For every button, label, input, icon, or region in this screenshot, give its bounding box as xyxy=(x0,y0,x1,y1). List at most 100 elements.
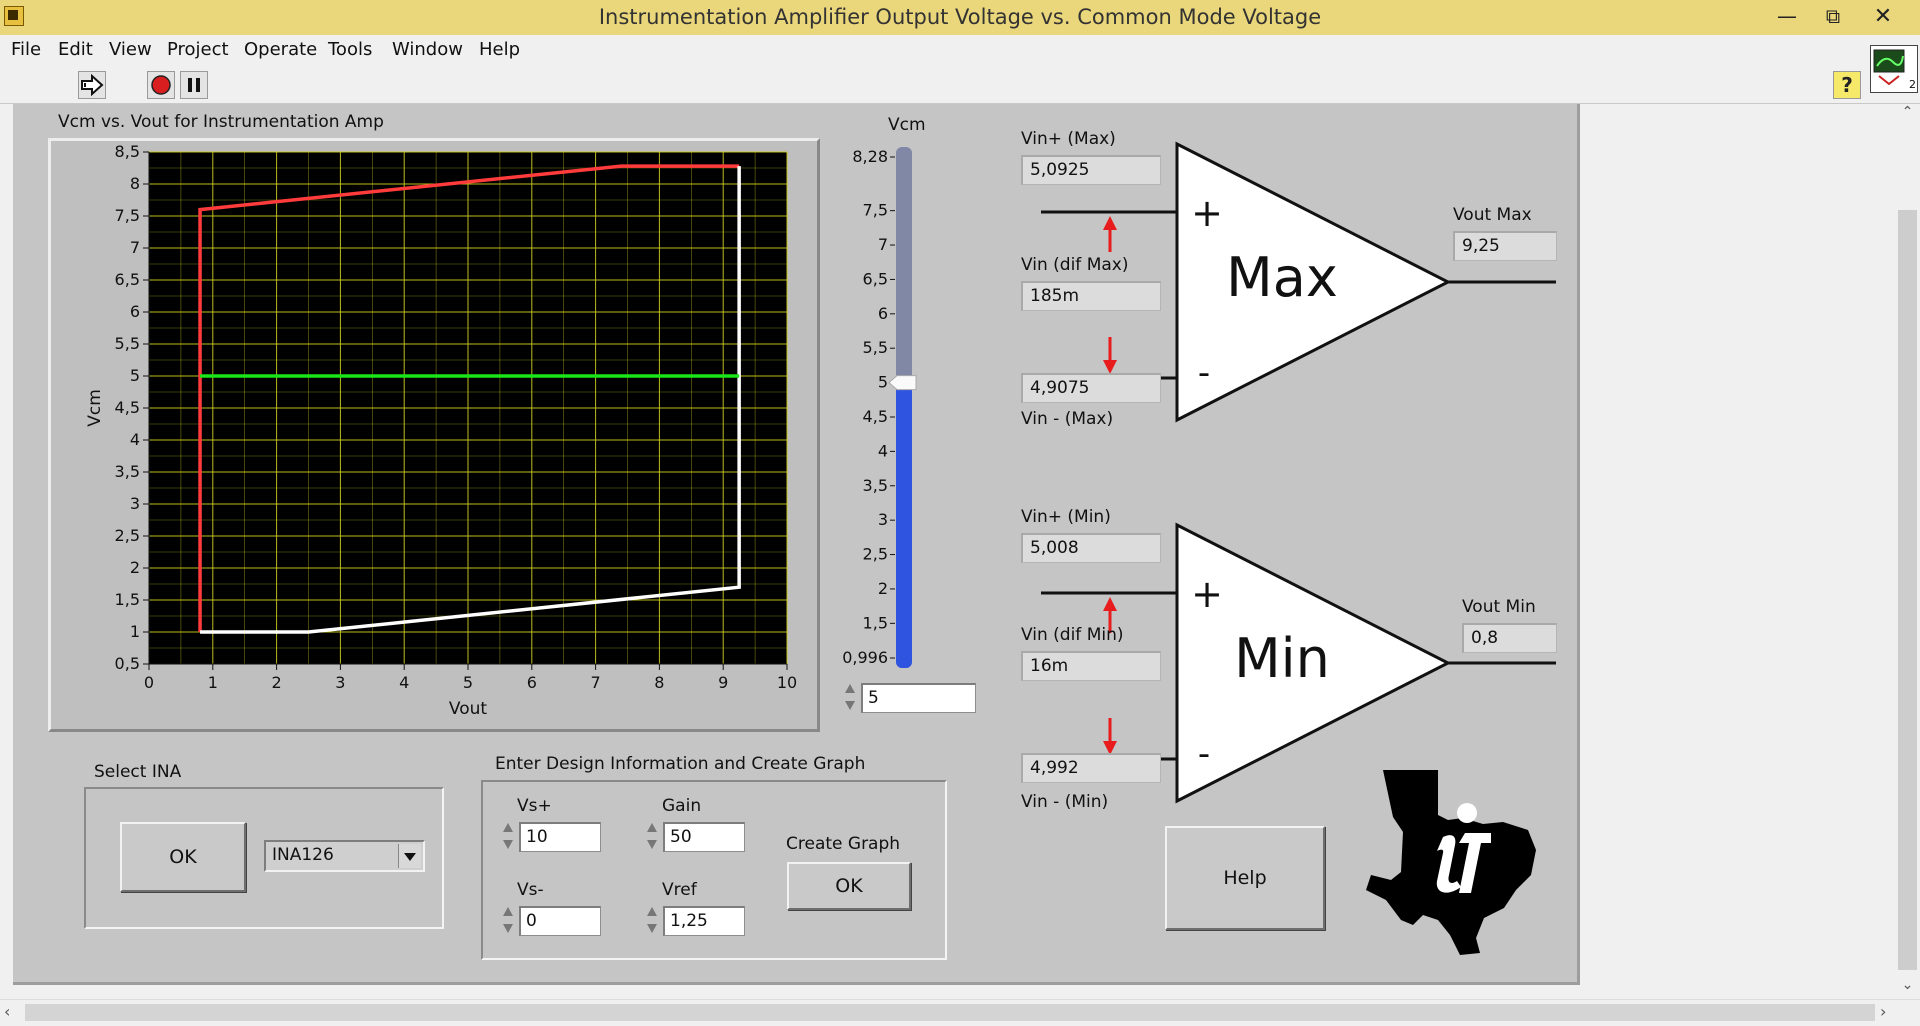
slider-tick-label: 6 xyxy=(878,304,888,323)
x-tick-label: 5 xyxy=(463,673,473,692)
vin-plus-max-label: Vin+ (Max) xyxy=(1021,129,1116,149)
scroll-thumb-horizontal[interactable] xyxy=(25,1004,1875,1021)
scroll-thumb[interactable] xyxy=(1898,210,1917,970)
vcm-numeric-input[interactable]: 5 xyxy=(861,683,976,713)
create-graph-label: Create Graph xyxy=(786,834,901,854)
create-graph-ok-button[interactable]: OK xyxy=(787,862,911,910)
y-axis-label: Vcm xyxy=(85,389,105,427)
vcm-slider[interactable]: 8,28 7,5 7 6,5 6 5,5 5 4,5 4 3,5 3 2,5 2 1,5 0,996 xyxy=(840,140,935,680)
x-tick-label: 0 xyxy=(144,673,154,692)
y-tick-label: 1 xyxy=(130,622,140,641)
vout-min-label: Vout Min xyxy=(1462,597,1536,617)
max-minus-sign: - xyxy=(1198,353,1210,393)
slider-tick-label: 6,5 xyxy=(863,269,888,288)
vout-max-indicator: 9,25 xyxy=(1453,231,1557,261)
vs-plus-spinner[interactable] xyxy=(500,820,516,852)
scroll-down-icon[interactable]: ⌄ xyxy=(1895,977,1920,999)
vi-icon: 2 xyxy=(1870,45,1918,93)
run-arrow-icon[interactable] xyxy=(78,71,106,99)
menu-project[interactable]: Project xyxy=(167,39,229,60)
slider-tick-label: 4 xyxy=(878,441,888,460)
y-tick-label: 6 xyxy=(130,302,140,321)
ina-dropdown[interactable]: INA126 xyxy=(264,840,425,872)
vcm-spinner[interactable] xyxy=(842,681,858,713)
menu-view[interactable]: View xyxy=(109,39,152,60)
x-tick-label: 4 xyxy=(399,673,409,692)
pause-icon[interactable] xyxy=(180,71,208,99)
y-tick-label: 7 xyxy=(130,238,140,257)
x-tick-label: 1 xyxy=(208,673,218,692)
y-tick-label: 5 xyxy=(130,366,140,385)
window-title: Instrumentation Amplifier Output Voltage… xyxy=(598,5,1322,29)
y-tick-label: 8,5 xyxy=(115,142,140,161)
menu-operate[interactable]: Operate xyxy=(244,39,317,60)
texas-instruments-logo-icon xyxy=(1366,770,1536,955)
vin-plus-max-indicator: 5,0925 xyxy=(1021,155,1161,185)
select-ina-ok-button[interactable]: OK xyxy=(120,822,246,892)
vin-minus-min-indicator: 4,992 xyxy=(1021,753,1161,783)
slider-fill xyxy=(896,382,912,668)
y-tick-label: 1,5 xyxy=(115,590,140,609)
y-tick-label: 4 xyxy=(130,430,140,449)
slider-tick-label: 3 xyxy=(878,510,888,529)
slider-tick-label: 4,5 xyxy=(863,407,888,426)
vs-minus-input[interactable]: 0 xyxy=(519,906,601,936)
close-button[interactable]: ✕ xyxy=(1860,0,1906,35)
vin-dif-max-label: Vin (dif Max) xyxy=(1021,255,1129,275)
restore-button[interactable]: ⧉ xyxy=(1810,0,1856,35)
min-minus-sign: - xyxy=(1198,734,1210,774)
vcm-slider-label: Vcm xyxy=(888,115,926,135)
slider-tick-label: 3,5 xyxy=(863,476,888,495)
vertical-scrollbar[interactable]: ⌃ ⌄ xyxy=(1895,104,1920,999)
slider-tick-label: 5 xyxy=(878,373,888,392)
y-tick-label: 7,5 xyxy=(115,206,140,225)
min-amp-name: Min xyxy=(1234,627,1330,690)
max-down-arrow-icon xyxy=(1103,360,1117,374)
minimize-button[interactable]: — xyxy=(1764,0,1810,35)
menu-file[interactable]: File xyxy=(11,39,41,60)
vs-minus-spinner[interactable] xyxy=(500,904,516,936)
menu-window[interactable]: Window xyxy=(392,39,463,60)
scroll-right-icon[interactable]: › xyxy=(1880,1002,1886,1021)
vin-plus-min-indicator: 5,008 xyxy=(1021,533,1161,563)
menu-edit[interactable]: Edit xyxy=(58,39,93,60)
vs-plus-input[interactable]: 10 xyxy=(519,822,601,852)
menu-help[interactable]: Help xyxy=(479,39,520,60)
min-plus-sign: + xyxy=(1191,572,1223,616)
svg-text:2: 2 xyxy=(1909,78,1916,91)
menu-tools[interactable]: Tools xyxy=(328,39,372,60)
y-tick-label: 5,5 xyxy=(115,334,140,353)
y-tick-label: 0,5 xyxy=(115,654,140,673)
x-tick-label: 8 xyxy=(654,673,664,692)
vref-input[interactable]: 1,25 xyxy=(663,906,745,936)
max-amp-name: Max xyxy=(1226,246,1338,309)
vs-plus-label: Vs+ xyxy=(517,796,552,816)
help-button[interactable]: Help xyxy=(1165,826,1325,930)
ina-dropdown-value: INA126 xyxy=(272,845,334,865)
gain-spinner[interactable] xyxy=(644,820,660,852)
context-help-icon[interactable]: ? xyxy=(1833,71,1861,99)
vref-label: Vref xyxy=(662,880,697,900)
gain-input[interactable]: 50 xyxy=(663,822,745,852)
scroll-up-icon[interactable]: ⌃ xyxy=(1895,104,1920,126)
vin-dif-max-indicator: 185m xyxy=(1021,281,1161,311)
slider-tick-label: 2,5 xyxy=(863,545,888,564)
slider-tick-label: 2 xyxy=(878,579,888,598)
vin-dif-min-indicator: 16m xyxy=(1021,651,1161,681)
y-tick-label: 3,5 xyxy=(115,462,140,481)
x-tick-label: 3 xyxy=(335,673,345,692)
select-ina-label: Select INA xyxy=(94,762,182,782)
y-tick-label: 8 xyxy=(130,174,140,193)
vref-spinner[interactable] xyxy=(644,904,660,936)
y-tick-label: 6,5 xyxy=(115,270,140,289)
chevron-down-icon[interactable] xyxy=(398,844,421,868)
abort-stop-icon[interactable] xyxy=(147,71,175,99)
horizontal-scrollbar[interactable]: ‹ › xyxy=(0,999,1920,1026)
min-up-arrow-icon xyxy=(1103,597,1117,611)
scroll-left-icon[interactable]: ‹ xyxy=(4,1002,10,1021)
vcm-vs-vout-chart[interactable]: 0 1 2 3 4 5 6 7 8 9 10 0,5 1 1,5 2 2,5 3 3,5 4 4,5 5 5,5 6 6,5 7… xyxy=(48,138,820,732)
vin-dif-min-label: Vin (dif Min) xyxy=(1021,625,1124,645)
slider-tick-label: 0,996 xyxy=(842,648,888,667)
slider-tick-label: 1,5 xyxy=(863,613,888,632)
y-tick-label: 2,5 xyxy=(115,526,140,545)
